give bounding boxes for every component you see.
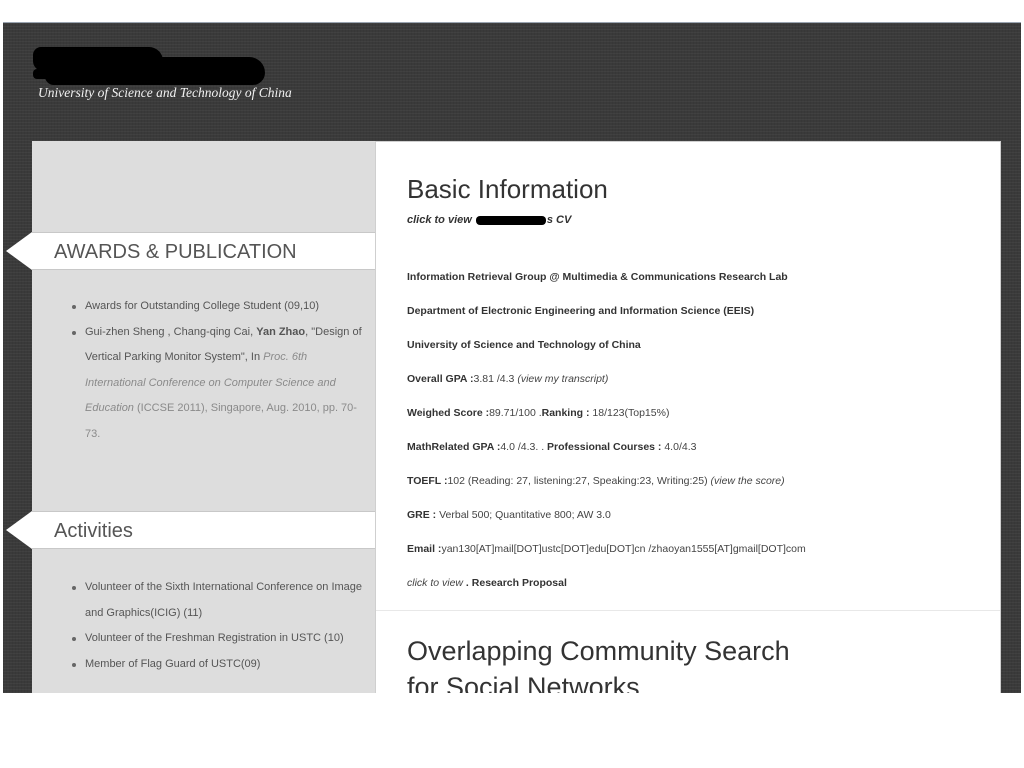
info-university: University of Science and Technology of … — [407, 339, 641, 351]
info-email: Email :yan130[AT]mail[DOT]ustc[DOT]edu[D… — [407, 543, 806, 555]
tab-arrow-icon — [6, 232, 32, 270]
info-gre: GRE : Verbal 500; Quantitative 800; AW 3… — [407, 509, 611, 521]
activities-list: Volunteer of the Sixth International Con… — [72, 575, 362, 677]
info-math-gpa: MathRelated GPA :4.0 /4.3. . Professiona… — [407, 441, 697, 453]
page-frame: University of Science and Technology of … — [3, 22, 1021, 693]
author-highlight: Yan Zhao — [256, 325, 306, 338]
info-group: Information Retrieval Group @ Multimedia… — [407, 271, 788, 283]
activities-section-header: Activities — [6, 511, 375, 549]
list-item: Member of Flag Guard of USTC(09) — [72, 652, 362, 678]
transcript-link[interactable]: (view my transcript) — [517, 373, 608, 385]
redacted-name — [475, 215, 546, 225]
list-item: Awards for Outstanding College Student (… — [72, 294, 362, 320]
toefl-score-link[interactable]: (view the score) — [711, 475, 785, 487]
sidebar: AWARDS & PUBLICATION Awards for Outstand… — [6, 141, 375, 693]
proposal-link[interactable]: click to view — [407, 577, 463, 589]
awards-list: Awards for Outstanding College Student (… — [72, 294, 362, 447]
site-subtitle: University of Science and Technology of … — [38, 85, 292, 100]
info-list: Information Retrieval Group @ Multimedia… — [407, 272, 987, 612]
awards-heading: AWARDS & PUBLICATION — [54, 241, 297, 263]
activities-heading: Activities — [54, 520, 133, 542]
awards-section-header: AWARDS & PUBLICATION — [6, 232, 375, 270]
section-divider — [376, 610, 1000, 611]
list-item: Volunteer of the Sixth International Con… — [72, 575, 362, 626]
info-gpa: Overall GPA :3.81 /4.3 (view my transcri… — [407, 373, 609, 385]
tab-arrow-icon — [6, 511, 32, 549]
info-toefl: TOEFL :102 (Reading: 27, listening:27, S… — [407, 475, 785, 487]
info-proposal: click to view . Research Proposal — [407, 577, 567, 589]
page-title: Basic Information — [407, 174, 608, 204]
section-title: Overlapping Community Search for Social … — [407, 636, 790, 693]
info-department: Department of Electronic Engineering and… — [407, 305, 755, 317]
list-item: Gui-zhen Sheng , Chang-qing Cai, Yan Zha… — [72, 320, 362, 448]
main-content: Basic Information click to view s CV Inf… — [375, 141, 1001, 693]
list-item: Volunteer of the Freshman Registration i… — [72, 626, 362, 652]
cv-link[interactable]: click to view s CV — [407, 214, 571, 226]
info-score: Weighed Score :89.71/100 .Ranking : 18/1… — [407, 407, 670, 419]
